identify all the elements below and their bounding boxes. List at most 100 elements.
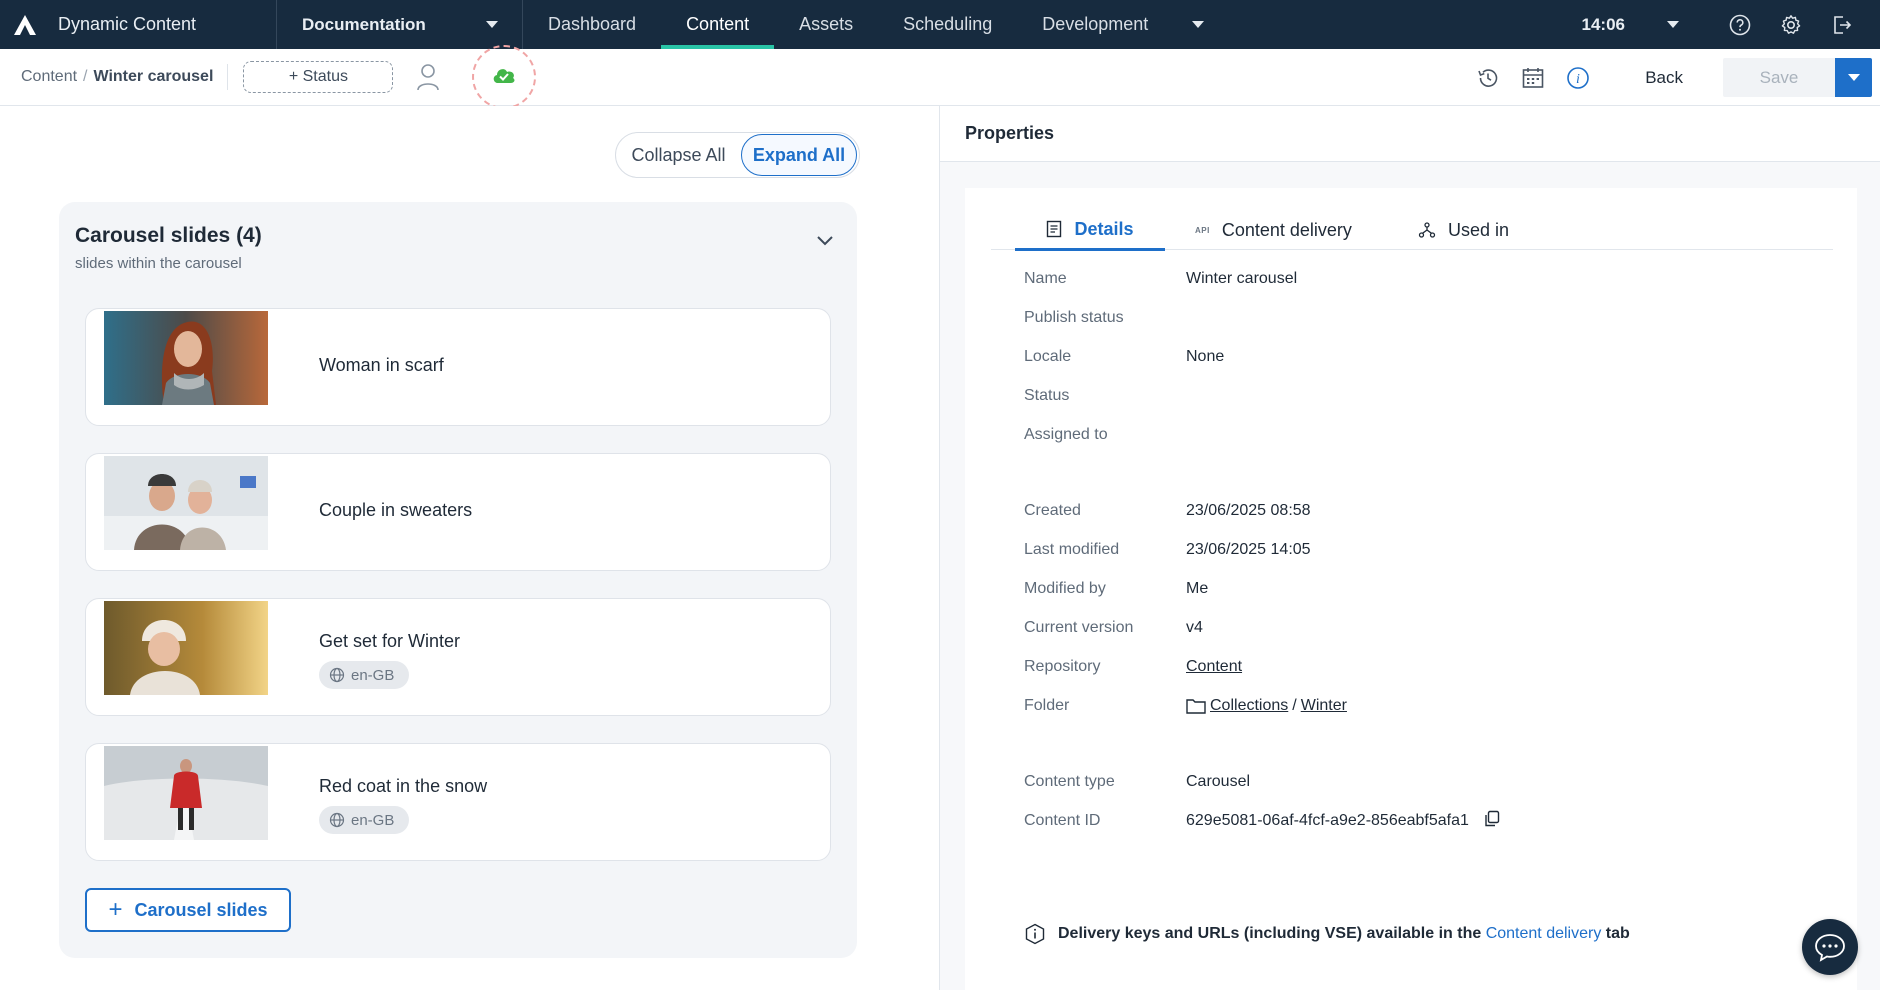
tab-label: Dashboard [548,14,637,34]
locale-label: en-GB [351,666,395,684]
property-row-status: Status [1024,384,1824,408]
app-title: Dynamic Content [58,14,197,34]
properties-panel: Properties Details API Content delivery … [940,106,1880,990]
tab-used-in[interactable]: Used in [1418,210,1509,250]
property-label: Content type [1024,773,1115,790]
chevron-down-icon [486,21,498,28]
breadcrumb-root[interactable]: Content [21,68,77,86]
tab-content-delivery[interactable]: API Content delivery [1195,210,1352,250]
info-note-text: Delivery keys and URLs (including VSE) a… [1058,925,1482,942]
property-label: Content ID [1024,812,1101,829]
property-row-name: Name Winter carousel [1024,267,1824,291]
property-label: Assigned to [1024,426,1108,443]
add-status-button[interactable]: + Status [243,61,394,93]
svg-text:i: i [1576,72,1580,87]
hub-selector[interactable]: Documentation [277,15,522,35]
help-icon[interactable] [1727,12,1753,38]
breadcrumb-current: Winter carousel [93,68,214,85]
tab-scheduling[interactable]: Scheduling [878,0,1017,49]
slide-thumbnail [104,746,268,840]
properties-heading: Properties [940,106,1880,162]
property-label: Last modified [1024,541,1120,558]
locale-label: en-GB [351,811,395,829]
chat-icon [1815,934,1845,962]
property-value: Me [1186,580,1209,597]
sync-status-highlight [472,45,537,109]
carousel-slides-section: Carousel slides (4) slides within the ca… [59,202,857,958]
content-form-panel: Collapse All Expand All Carousel slides … [0,106,939,990]
tab-label: Assets [799,14,854,34]
slide-card[interactable]: Get set for Winter en-GB [85,598,831,716]
info-icon [1025,923,1045,945]
gear-icon[interactable] [1778,12,1804,38]
folder-separator: / [1292,697,1297,714]
content-delivery-link[interactable]: Content delivery [1486,925,1602,943]
add-carousel-slide-button[interactable]: + Carousel slides [85,888,291,932]
slide-card[interactable]: Red coat in the snow en-GB [85,743,831,861]
property-value: 23/06/2025 14:05 [1186,541,1311,558]
user-menu-chevron-icon[interactable] [1667,21,1679,28]
hierarchy-icon [1418,222,1436,238]
tab-label: Content [686,14,750,34]
calendar-icon[interactable] [1519,64,1547,92]
clock: 14:06 [1581,14,1625,34]
property-row-modified-by: Modified by Me [1024,577,1824,601]
property-row-content-id: Content ID 629e5081-06af-4fcf-a9e2-856ea… [1024,809,1824,833]
slide-thumbnail [104,456,268,550]
save-options-dropdown[interactable] [1835,58,1872,97]
property-label: Repository [1024,658,1101,675]
repository-link[interactable]: Content [1186,658,1242,676]
info-icon[interactable]: i [1564,64,1592,92]
breadcrumb: Content / Winter carousel [0,68,213,86]
tab-development[interactable]: Development [1017,0,1229,49]
chat-support-button[interactable] [1802,919,1858,975]
tab-dashboard[interactable]: Dashboard [523,0,661,49]
collapse-all-button[interactable]: Collapse All [616,145,741,166]
property-row-current-version: Current version v4 [1024,616,1824,640]
info-note-suffix: tab [1605,925,1630,942]
hub-name: Documentation [302,14,426,34]
slide-title: Woman in scarf [319,355,444,375]
history-icon[interactable] [1474,64,1502,92]
cloud-check-icon[interactable] [491,66,517,89]
property-label: Status [1024,387,1070,404]
chevron-down-icon[interactable] [813,228,837,252]
property-value: 23/06/2025 08:58 [1186,502,1311,519]
property-value: v4 [1186,619,1203,636]
folder-link-winter[interactable]: Winter [1301,697,1347,715]
slide-card[interactable]: Woman in scarf [85,308,831,426]
breadcrumb-separator: / [83,68,88,85]
tab-assets[interactable]: Assets [774,0,878,49]
copy-icon[interactable] [1483,810,1501,833]
section-title: Carousel slides (4) [75,224,262,247]
api-icon: API [1195,225,1210,235]
property-label: Created [1024,502,1081,519]
globe-icon [329,812,345,828]
back-button[interactable]: Back [1645,68,1683,88]
collapse-expand-toggle: Collapse All Expand All [615,132,860,178]
expand-all-button[interactable]: Expand All [741,134,857,176]
property-label: Current version [1024,619,1134,636]
property-row-locale: Locale None [1024,345,1824,369]
slide-thumbnail [104,601,268,695]
slide-title: Couple in sweaters [319,500,473,520]
tab-details[interactable]: Details [1015,210,1165,251]
assign-user-icon[interactable] [415,62,441,92]
property-row-content-type: Content type Carousel [1024,770,1824,794]
property-label: Publish status [1024,309,1124,326]
property-row-publish-status: Publish status [1024,306,1824,330]
folder-link-collections[interactable]: Collections [1210,697,1288,715]
logout-icon[interactable] [1829,12,1855,38]
amplience-logo-icon[interactable] [4,0,46,49]
property-value: Carousel [1186,773,1251,790]
save-button[interactable]: Save [1723,58,1835,97]
slide-title: Red coat in the snow [319,776,488,796]
tab-label: Scheduling [903,14,993,34]
chevron-down-icon [1847,74,1860,81]
property-label: Folder [1024,697,1070,714]
tab-label: Details [1074,218,1134,239]
slide-card[interactable]: Couple in sweaters [85,453,831,571]
tab-label: Content delivery [1221,219,1352,240]
locale-badge: en-GB [319,806,409,834]
tab-content[interactable]: Content [661,0,775,49]
